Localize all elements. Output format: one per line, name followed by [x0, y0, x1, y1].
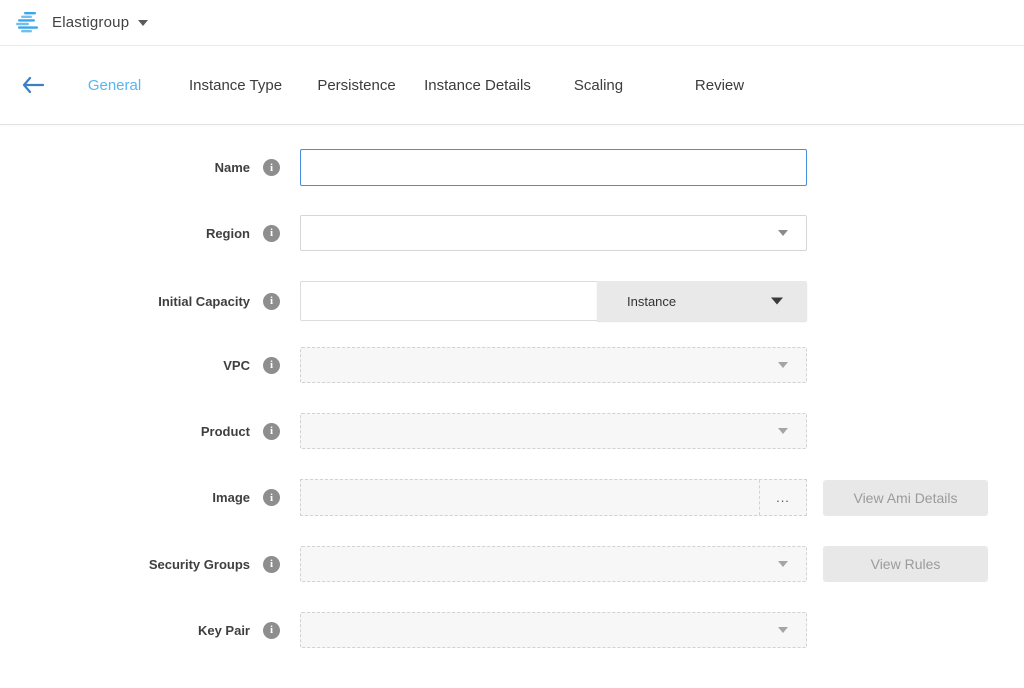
form-row-key-pair: Key Pair i: [0, 612, 1024, 648]
tab-instance-details[interactable]: Instance Details: [417, 67, 538, 104]
chevron-down-icon: [771, 298, 783, 305]
tab-review[interactable]: Review: [659, 67, 780, 104]
form-row-initial-capacity: Initial Capacity i Instance: [0, 281, 1024, 321]
wizard-tab-bar: General Instance Type Persistence Instan…: [0, 46, 1024, 125]
form-row-vpc: VPC i: [0, 347, 1024, 383]
name-info-icon[interactable]: i: [263, 159, 280, 176]
back-arrow-icon: [22, 77, 44, 93]
image-field-value: [301, 480, 759, 515]
image-info-icon[interactable]: i: [263, 489, 280, 506]
name-label: Name: [215, 160, 250, 175]
initial-capacity-input[interactable]: [300, 281, 597, 321]
chevron-down-icon: [778, 230, 788, 236]
form-row-product: Product i: [0, 413, 1024, 449]
product-label: Product: [201, 424, 250, 439]
chevron-down-icon: [778, 561, 788, 567]
image-field: ...: [300, 479, 807, 516]
region-info-icon[interactable]: i: [263, 225, 280, 242]
security-groups-info-icon[interactable]: i: [263, 556, 280, 573]
back-button[interactable]: [18, 70, 48, 100]
vpc-label: VPC: [223, 358, 250, 373]
name-input[interactable]: [300, 149, 807, 186]
chevron-down-icon: [778, 362, 788, 368]
form-row-security-groups: Security Groups i View Rules: [0, 546, 1024, 582]
form-row-name: Name i: [0, 149, 1024, 186]
region-label: Region: [206, 226, 250, 241]
form-row-region: Region i: [0, 215, 1024, 251]
chevron-down-icon: [778, 428, 788, 434]
initial-capacity-label: Initial Capacity: [158, 294, 250, 309]
image-label: Image: [212, 490, 250, 505]
key-pair-info-icon[interactable]: i: [263, 622, 280, 639]
tab-scaling[interactable]: Scaling: [538, 67, 659, 104]
key-pair-select: [300, 612, 807, 648]
security-groups-label: Security Groups: [149, 557, 250, 572]
vpc-info-icon[interactable]: i: [263, 357, 280, 374]
form-row-image: Image i ... View Ami Details: [0, 479, 1024, 516]
tab-list: General Instance Type Persistence Instan…: [54, 67, 780, 104]
view-ami-details-button: View Ami Details: [823, 480, 988, 516]
security-groups-select: [300, 546, 807, 582]
app-title: Elastigroup: [52, 14, 129, 31]
app-switcher-caret-icon[interactable]: [138, 20, 148, 26]
capacity-unit-select[interactable]: Instance: [597, 281, 807, 321]
initial-capacity-info-icon[interactable]: i: [263, 293, 280, 310]
general-settings-form: Name i Region i Initial Capacity i: [0, 125, 1024, 648]
tab-general[interactable]: General: [54, 67, 175, 104]
elastigroup-logo-icon: [16, 11, 42, 35]
capacity-unit-value: Instance: [627, 294, 676, 309]
view-rules-button: View Rules: [823, 546, 988, 582]
chevron-down-icon: [778, 627, 788, 633]
tab-instance-type[interactable]: Instance Type: [175, 67, 296, 104]
product-select: [300, 413, 807, 449]
image-browse-ellipsis-button: ...: [759, 480, 806, 515]
tab-persistence[interactable]: Persistence: [296, 67, 417, 104]
product-info-icon[interactable]: i: [263, 423, 280, 440]
vpc-select: [300, 347, 807, 383]
key-pair-label: Key Pair: [198, 623, 250, 638]
region-select[interactable]: [300, 215, 807, 251]
app-header: Elastigroup: [0, 0, 1024, 46]
